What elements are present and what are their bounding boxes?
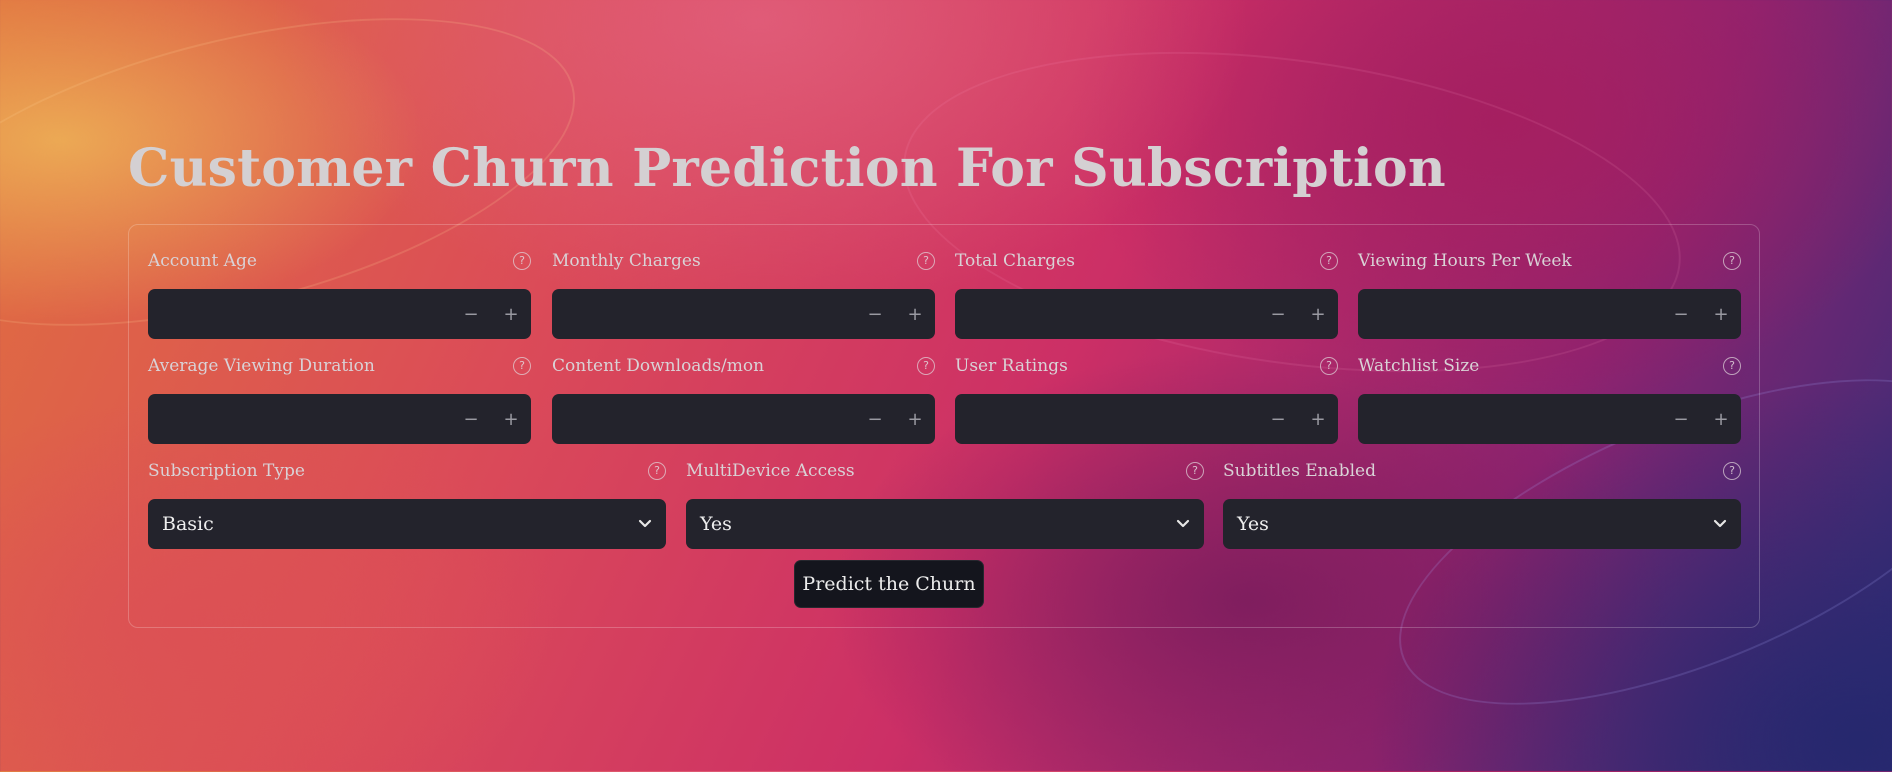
help-icon[interactable]: ? [917,252,935,270]
number-input-box: − + [1358,289,1741,339]
field-total-charges: Total Charges? − + [955,249,1338,339]
field-content-downloads: Content Downloads/mon? − + [552,354,935,444]
monthly-charges-input[interactable] [552,289,821,339]
field-user-ratings: User Ratings? − + [955,354,1338,444]
field-label: Total Charges [955,251,1075,271]
chevron-down-icon [1176,519,1190,528]
chevron-down-icon [1713,519,1727,528]
field-label: Watchlist Size [1358,356,1480,376]
selected-value: Yes [700,513,732,535]
predict-churn-button[interactable]: Predict the Churn [794,560,984,608]
field-subscription-type: Subscription Type? Basic [148,459,666,549]
viewing-hours-per-week-input[interactable] [1358,289,1627,339]
help-icon[interactable]: ? [917,357,935,375]
field-watchlist-size: Watchlist Size? − + [1358,354,1741,444]
selected-value: Yes [1237,513,1269,535]
average-viewing-duration-input[interactable] [148,394,417,444]
multidevice-access-select[interactable]: Yes [686,499,1204,549]
help-icon[interactable]: ? [513,357,531,375]
field-label: Account Age [148,251,257,271]
field-label: Subscription Type [148,461,305,481]
decrement-button[interactable]: − [1258,409,1298,430]
help-icon[interactable]: ? [1723,357,1741,375]
field-monthly-charges: Monthly Charges? − + [552,249,935,339]
number-input-box: − + [955,289,1338,339]
page-title: Customer Churn Prediction For Subscripti… [128,138,1446,199]
increment-button[interactable]: + [895,304,935,325]
field-label: Monthly Charges [552,251,701,271]
increment-button[interactable]: + [491,304,531,325]
total-charges-input[interactable] [955,289,1224,339]
field-label: MultiDevice Access [686,461,855,481]
help-icon[interactable]: ? [1186,462,1204,480]
decrement-button[interactable]: − [451,409,491,430]
number-input-box: − + [552,289,935,339]
help-icon[interactable]: ? [1723,252,1741,270]
subtitles-enabled-select[interactable]: Yes [1223,499,1741,549]
field-label: Content Downloads/mon [552,356,765,376]
increment-button[interactable]: + [1298,409,1338,430]
increment-button[interactable]: + [491,409,531,430]
number-input-box: − + [552,394,935,444]
chevron-down-icon [638,519,652,528]
field-label: User Ratings [955,356,1068,376]
field-label: Viewing Hours Per Week [1358,251,1572,271]
number-input-box: − + [148,394,531,444]
account-age-input[interactable] [148,289,417,339]
field-subtitles-enabled: Subtitles Enabled? Yes [1223,459,1741,549]
help-icon[interactable]: ? [1723,462,1741,480]
help-icon[interactable]: ? [1320,252,1338,270]
field-multidevice-access: MultiDevice Access? Yes [686,459,1204,549]
content-downloads-input[interactable] [552,394,821,444]
user-ratings-input[interactable] [955,394,1224,444]
field-account-age: Account Age? − + [148,249,531,339]
increment-button[interactable]: + [1298,304,1338,325]
selected-value: Basic [162,513,214,535]
help-icon[interactable]: ? [648,462,666,480]
number-input-box: − + [148,289,531,339]
help-icon[interactable]: ? [513,252,531,270]
decrement-button[interactable]: − [451,304,491,325]
number-input-box: − + [1358,394,1741,444]
help-icon[interactable]: ? [1320,357,1338,375]
increment-button[interactable]: + [1701,409,1741,430]
subscription-type-select[interactable]: Basic [148,499,666,549]
number-input-box: − + [955,394,1338,444]
field-average-viewing-duration: Average Viewing Duration? − + [148,354,531,444]
watchlist-size-input[interactable] [1358,394,1627,444]
increment-button[interactable]: + [1701,304,1741,325]
field-label: Subtitles Enabled [1223,461,1376,481]
increment-button[interactable]: + [895,409,935,430]
field-label: Average Viewing Duration [148,356,375,376]
decrement-button[interactable]: − [855,409,895,430]
field-viewing-hours-per-week: Viewing Hours Per Week? − + [1358,249,1741,339]
decrement-button[interactable]: − [1258,304,1298,325]
decrement-button[interactable]: − [1661,409,1701,430]
decrement-button[interactable]: − [855,304,895,325]
decrement-button[interactable]: − [1661,304,1701,325]
